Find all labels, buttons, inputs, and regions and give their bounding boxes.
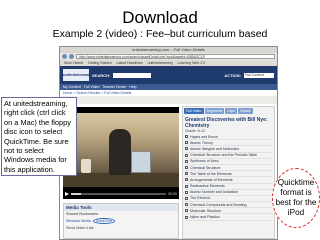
nav-item[interactable]: My Content (63, 84, 81, 90)
nav-item[interactable]: Teacher Center (102, 84, 126, 90)
segment-checkbox[interactable] (185, 147, 188, 151)
bookmark-item[interactable]: Learning Web 2.0 (176, 60, 208, 66)
segment-label: Nylon and Plastics (190, 215, 220, 220)
segment-label: Atomic Weights and Molecules (190, 146, 240, 151)
segment-label: Synthesis of Urea (190, 159, 219, 164)
segment-checkbox[interactable] (185, 166, 188, 170)
slide-title: Download (122, 8, 198, 27)
flask (81, 159, 91, 173)
bookmark-item[interactable]: Most Visited (62, 60, 85, 66)
action-label: ACTION: (224, 72, 241, 78)
url-bar[interactable]: http://www.unitedstreaming.com/search/as… (76, 54, 275, 59)
segment-checkbox[interactable] (185, 172, 188, 176)
segment-label: The Table of the Elements (190, 171, 232, 176)
video-sidebar: Full Video Segments Clips Details Greate… (182, 106, 275, 239)
video-time: 00:00 (168, 192, 177, 196)
segment-label: Atomic Theory (190, 140, 214, 145)
panel-row[interactable]: Send Video Link (64, 225, 178, 231)
video-controls: 00:00 (63, 191, 179, 197)
browser-window: unitedstreaming.com – Full Video Details… (59, 46, 278, 240)
segment-label: Radioactive Elements (190, 184, 225, 189)
segment-checkbox[interactable] (185, 141, 188, 145)
windows-media-download[interactable]: Windows Media (66, 219, 91, 223)
page-content: 00:00 Media Tools Shared Bookmarks Windo… (60, 104, 277, 239)
bookmark-item[interactable]: Latest Headlines (115, 60, 145, 66)
bookmark-item[interactable]: unitedstreaming (146, 60, 175, 66)
presenter-figure (109, 129, 131, 175)
quicktime-download[interactable]: QuickTime (92, 218, 116, 224)
search-input[interactable] (113, 72, 152, 78)
sidebar-tab[interactable]: Full Video (184, 108, 204, 114)
video-player[interactable]: 00:00 (63, 107, 179, 199)
nav-item[interactable]: Help (129, 84, 136, 90)
glassware (131, 151, 151, 173)
segment-checkbox[interactable] (185, 159, 188, 163)
segment-label: Arrangements of Elements (190, 177, 233, 182)
site-logo[interactable]: unitedstreaming (63, 69, 94, 81)
segment-checkbox[interactable] (185, 184, 188, 188)
action-select[interactable]: Full Content (244, 72, 274, 78)
back-icon[interactable] (62, 54, 67, 59)
nav-item[interactable]: Full Video (84, 84, 100, 90)
segment-checkbox[interactable] (185, 178, 188, 182)
slide-subtitle: Example 2 (video) : Fee–but curriculum b… (52, 28, 268, 40)
segment-checkbox[interactable] (185, 209, 188, 213)
media-tools-panel: Media Tools Shared Bookmarks Windows Med… (63, 203, 179, 239)
progress-fill (71, 193, 81, 195)
forward-icon[interactable] (69, 54, 74, 59)
segment-checkbox[interactable] (185, 203, 188, 207)
video-title: Greatest Discoveries with Bill Nye: Chem… (185, 117, 268, 129)
segment-label: Atomic Number and Ionization (190, 190, 239, 195)
segment-checkbox[interactable] (185, 135, 188, 139)
download-options: Windows Media QuickTime (64, 217, 178, 225)
browser-toolbar: http://www.unitedstreaming.com/search/as… (60, 53, 277, 60)
segment-label: Hayes and Boron (190, 134, 218, 139)
segment-checkbox[interactable] (185, 196, 188, 200)
segment-label: Chemical Structure (190, 165, 221, 170)
segment-list: Hayes and Boron Atomic Theory Atomic Weigh… (183, 133, 274, 222)
sidebar-tab[interactable]: Clips (225, 108, 238, 114)
segment-label: Chemical Structure and the Periodic Tabl… (190, 153, 258, 158)
site-header: unitedstreaming SEARCH: ACTION: Full Con… (60, 66, 277, 84)
sidebar-tab[interactable]: Details (238, 108, 253, 114)
quicktime-callout: Quicktime format is best for the iPod (272, 168, 320, 228)
segment-label: Molecular Structure (190, 208, 222, 213)
panel-heading: Media Tools (64, 204, 178, 211)
segment-checkbox[interactable] (185, 190, 188, 194)
video-progress[interactable] (71, 193, 167, 195)
segment-label: Chemical Compounds and Bonding (190, 202, 247, 207)
segment-checkbox[interactable] (185, 215, 188, 219)
play-icon[interactable] (65, 192, 69, 196)
search-label: SEARCH: (92, 72, 111, 78)
segment-checkbox[interactable] (185, 153, 188, 157)
video-frame (63, 113, 179, 187)
sidebar-tab[interactable]: Segments (204, 108, 225, 114)
breadcrumb[interactable]: Home > Search Results > Full Video Detai… (60, 90, 277, 96)
sidebar-tabs: Full Video Segments Clips Details (183, 107, 274, 115)
instruction-note: At unitedstreaming, right click (ctrl cl… (1, 97, 77, 177)
lab-bench (63, 173, 179, 187)
bookmark-item[interactable]: Getting Started (86, 60, 114, 66)
segment-label: The Electron (190, 196, 211, 201)
segment-row[interactable]: Nylon and Plastics (185, 214, 272, 221)
